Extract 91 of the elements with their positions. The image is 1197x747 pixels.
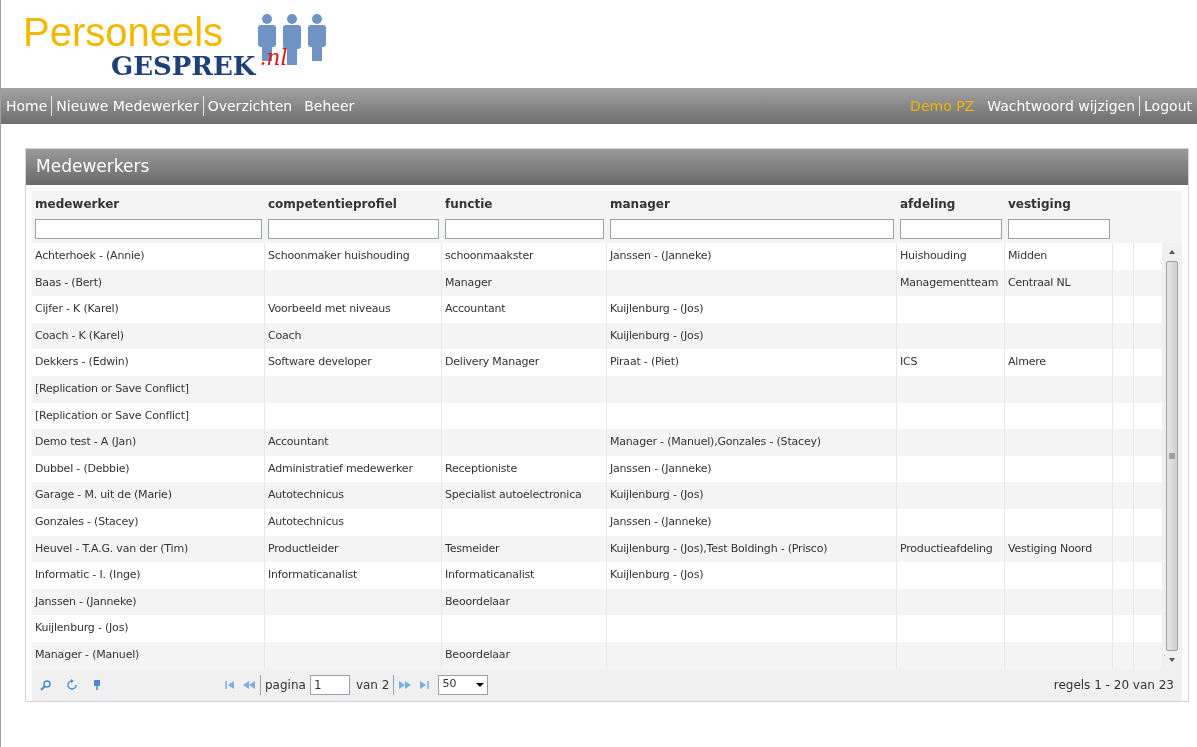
table-cell: Kuijlenburg - (Jos) — [610, 567, 704, 584]
table-cell: Accountant — [445, 301, 506, 318]
table-cell: Schoonmaker huishouding — [268, 248, 410, 265]
table-cell-text: Administratief medewerker — [268, 460, 413, 477]
pin-icon[interactable] — [92, 678, 102, 691]
grip-icon — [1168, 451, 1176, 460]
column-header[interactable]: medewerker — [35, 195, 262, 213]
column-header[interactable]: competentieprofiel — [268, 195, 439, 213]
table-cell: ICS — [900, 354, 918, 371]
table-cell: Kuijlenburg - (Jos) — [35, 620, 129, 637]
table-cell-text: Beoordelaar — [445, 593, 510, 610]
filter-field[interactable] — [900, 219, 1002, 239]
logo-subtitle: GESPREK — [111, 52, 256, 80]
table-cell-text: Manager — [445, 274, 492, 291]
table-cell-text: Managementteam — [900, 274, 999, 291]
table-cell: Achterhoek - (Annie) — [35, 248, 145, 265]
table-cell-text: Janssen - (Janneke) — [610, 514, 712, 530]
last-page-icon[interactable] — [418, 679, 431, 690]
page-size-select[interactable]: 50 — [438, 674, 489, 695]
table-cell: Voorbeeld met niveaus — [268, 301, 391, 318]
table-cell: Janssen - (Janneke) — [610, 248, 712, 265]
table-cell: Kuijlenburg - (Jos) — [610, 487, 704, 504]
table-cell-text: Kuijlenburg - (Jos),Test Boldingh - (Prisco) — [610, 540, 828, 557]
table-cell: Almere — [1008, 354, 1046, 371]
filter-field[interactable] — [1008, 219, 1110, 239]
table-cell-text: Janssen - (Janneke) — [610, 460, 712, 477]
panel-title: Medewerkers — [36, 155, 150, 179]
table-cell-text: Centraal NL — [1008, 274, 1071, 291]
first-page-icon[interactable] — [224, 679, 236, 690]
page-field[interactable]: 1 — [309, 674, 350, 695]
column-header[interactable]: manager — [610, 195, 894, 213]
user-name: Demo PZ — [910, 96, 975, 116]
table-cell: Huishouding — [900, 248, 967, 265]
column-header[interactable]: functie — [445, 195, 604, 213]
table-cell-text: Heuvel - T.A.G. van der (Tim) — [35, 540, 188, 557]
filter-field[interactable] — [445, 219, 604, 239]
nav-link[interactable]: Nieuwe Medewerker — [55, 95, 200, 117]
previous-page-icon[interactable] — [242, 679, 256, 690]
table-cell-text: Coach — [268, 327, 302, 344]
search-icon[interactable] — [40, 678, 52, 691]
logo-text: Personeels — [23, 12, 225, 52]
logo-suffix: .nl — [259, 47, 288, 69]
table-cell: Midden — [1008, 248, 1048, 265]
nav-link[interactable]: Home — [5, 95, 49, 117]
table-cell: Delivery Manager — [445, 354, 540, 371]
table-cell: Specialist autoelectronica — [445, 487, 582, 504]
table-cell-text: Productleider — [268, 540, 339, 557]
nav-link[interactable]: Logout — [1143, 95, 1193, 117]
table-cell: Dekkers - (Edwin) — [35, 354, 129, 371]
table-cell-text: Manager - (Manuel) — [35, 646, 140, 663]
table-cell-text: Dubbel - (Debbie) — [35, 460, 130, 477]
nav-link[interactable]: Beheer — [303, 95, 356, 117]
table-cell: Garage - M. uit de (Marie) — [35, 487, 172, 504]
table-cell: Informatic - I. (Inge) — [35, 567, 141, 584]
table-cell-text: Gonzales - (Stacey) — [35, 514, 139, 530]
table-cell-text: Autotechnicus — [268, 514, 344, 530]
filter-field[interactable] — [268, 219, 439, 239]
table-cell-text: [Replication or Save Conflict] — [35, 381, 189, 397]
table-cell-text: Coach - K (Karel) — [35, 327, 124, 344]
filter-field[interactable] — [35, 219, 262, 239]
next-page-icon[interactable] — [398, 679, 413, 690]
table-cell-text: Beoordelaar — [445, 646, 510, 663]
record-summary: regels 1 - 20 van 23 — [1053, 676, 1174, 694]
table-cell-text: Tesmeider — [445, 540, 500, 557]
table-cell-text: Baas - (Bert) — [35, 274, 102, 291]
nav-link[interactable]: Overzichten — [206, 95, 294, 117]
table-cell-text: Janssen - (Janneke) — [35, 593, 137, 610]
table-cell: Demo test - A (Jan) — [35, 434, 137, 451]
filter-field[interactable] — [610, 219, 894, 239]
table-cell: Software developer — [268, 354, 372, 371]
table-cell: Manager - (Manuel),Gonzales - (Stacey) — [610, 434, 821, 451]
table-cell-text: Kuijlenburg - (Jos) — [610, 327, 704, 344]
table-cell: schoonmaakster — [445, 248, 534, 265]
table-cell: Kuijlenburg - (Jos) — [610, 301, 704, 318]
caret-icon — [476, 681, 485, 688]
table-cell-text: Receptioniste — [445, 460, 518, 477]
nav-link[interactable]: Wachtwoord wijzigen — [986, 95, 1137, 117]
table-cell: Autotechnicus — [268, 487, 344, 504]
table-cell: Informaticanalist — [268, 567, 358, 584]
page-label: pagina — [265, 676, 306, 694]
table-cell: Accountant — [268, 434, 329, 451]
column-header[interactable]: vestiging — [1008, 195, 1110, 213]
refresh-icon[interactable] — [66, 678, 78, 691]
table-cell: Cijfer - K (Karel) — [35, 301, 119, 318]
table-cell: Piraat - (Piet) — [610, 354, 679, 371]
table-cell-text: Vestiging Noord — [1008, 540, 1093, 557]
table-cell-text: [Replication or Save Conflict] — [35, 407, 189, 424]
page-count: van 2 — [355, 676, 390, 694]
table-cell: Informaticanalist — [445, 567, 535, 584]
table-cell-text: Productieafdeling — [900, 540, 993, 557]
column-header[interactable]: afdeling — [900, 195, 1002, 213]
